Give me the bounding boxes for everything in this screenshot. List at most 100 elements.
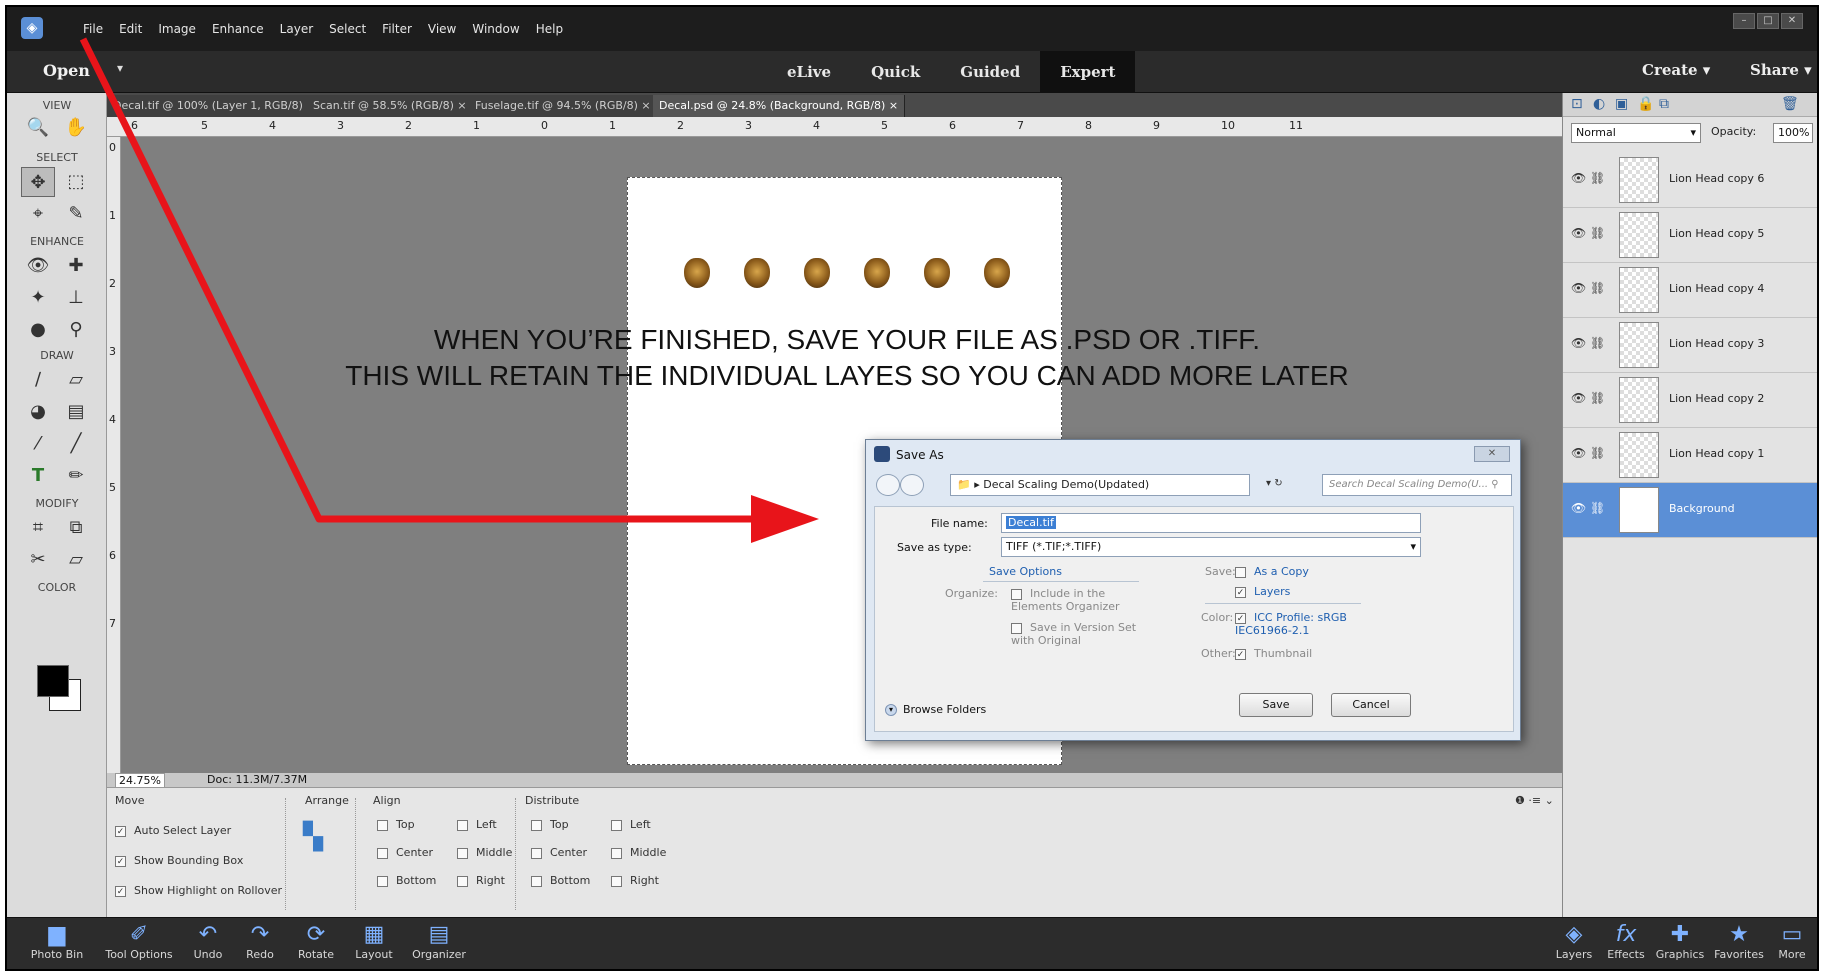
path-field[interactable]: 📁 ▸ Decal Scaling Demo(Updated)	[950, 474, 1250, 496]
layer-row[interactable]: 👁 ⛓ Lion Head copy 1	[1563, 428, 1817, 483]
as-copy-checkbox[interactable]: As a Copy	[1235, 565, 1309, 578]
tab-decal-psd[interactable]: Decal.psd @ 24.8% (Background, RGB/8) ×	[653, 95, 906, 117]
menu-image[interactable]: Image	[150, 22, 204, 36]
align-top-button[interactable]: Top	[377, 818, 415, 831]
graphics-button[interactable]: ✚ Graphics	[1651, 922, 1709, 961]
marquee-tool-icon[interactable]: ⬚	[59, 167, 93, 197]
layer-row[interactable]: 👁 ⛓ Lion Head copy 4	[1563, 263, 1817, 318]
layer-row[interactable]: 👁 ⛓ Lion Head copy 3	[1563, 318, 1817, 373]
adjustment-layer-icon[interactable]: ◐	[1593, 96, 1605, 112]
lion-head-image[interactable]	[924, 258, 950, 288]
auto-select-layer-checkbox[interactable]: ✓ Auto Select Layer	[115, 824, 231, 837]
align-center-button[interactable]: Center	[377, 846, 433, 859]
smart-brush-tool-icon[interactable]: ✦	[21, 283, 55, 313]
mode-quick[interactable]: Quick	[851, 51, 940, 93]
layers-checkbox[interactable]: ✓ Layers	[1235, 585, 1290, 598]
lock-all-icon[interactable]: ⧉	[1659, 96, 1669, 112]
chevron-down-icon[interactable]: ▾	[117, 61, 123, 75]
move-tool-icon[interactable]: ✥	[21, 167, 55, 197]
distribute-center-button[interactable]: Center	[531, 846, 587, 859]
zoom-tool-icon[interactable]: 🔍	[21, 113, 55, 143]
file-name-field[interactable]: Decal.tif	[1001, 513, 1421, 533]
share-button[interactable]: Share ▾	[1750, 61, 1812, 79]
layer-row[interactable]: 👁 ⛓ Lion Head copy 6	[1563, 153, 1817, 208]
foreground-color-swatch[interactable]	[37, 665, 69, 697]
gradient-tool-icon[interactable]: ▤	[59, 397, 93, 427]
lion-head-image[interactable]	[744, 258, 770, 288]
menu-window[interactable]: Window	[464, 22, 527, 36]
layers-button[interactable]: ◈ Layers	[1549, 922, 1599, 961]
clone-stamp-tool-icon[interactable]: ⊥	[59, 283, 93, 313]
mode-elive[interactable]: eLive	[767, 51, 851, 93]
eye-icon[interactable]: 👁 ⛓	[1571, 336, 1605, 350]
new-layer-icon[interactable]: ⊡	[1571, 96, 1583, 112]
open-button[interactable]: Open	[43, 61, 90, 80]
trash-icon[interactable]: 🗑	[1781, 96, 1799, 112]
organizer-button[interactable]: ▤ Organizer	[403, 922, 475, 961]
content-aware-move-tool-icon[interactable]: ✂	[21, 545, 55, 575]
eye-icon[interactable]: 👁 ⛓	[1571, 446, 1605, 460]
layout-button[interactable]: ▦ Layout	[345, 922, 403, 961]
menu-edit[interactable]: Edit	[111, 22, 150, 36]
lion-head-image[interactable]	[984, 258, 1010, 288]
menu-filter[interactable]: Filter	[374, 22, 420, 36]
sponge-tool-icon[interactable]: ⚲	[59, 315, 93, 345]
undo-button[interactable]: ↶ Undo	[183, 922, 233, 961]
tab-fuselage-tif[interactable]: Fuselage.tif @ 94.5% (RGB/8) ×	[469, 95, 658, 117]
dialog-close-icon[interactable]: ✕	[1474, 446, 1510, 462]
lock-icon[interactable]: 🔒	[1637, 96, 1654, 112]
recompose-tool-icon[interactable]: ⧉	[59, 513, 93, 543]
layer-row[interactable]: 👁 ⛓ Lion Head copy 5	[1563, 208, 1817, 263]
create-button[interactable]: Create ▾	[1642, 61, 1710, 79]
app-logo-icon[interactable]: ◈	[21, 17, 43, 39]
distribute-bottom-button[interactable]: Bottom	[531, 874, 590, 887]
distribute-left-button[interactable]: Left	[611, 818, 651, 831]
redo-button[interactable]: ↷ Redo	[235, 922, 285, 961]
cancel-button[interactable]: Cancel	[1331, 693, 1411, 717]
opacity-input[interactable]: 100%	[1773, 123, 1813, 143]
forward-icon[interactable]	[900, 474, 924, 496]
align-right-button[interactable]: Right	[457, 874, 505, 887]
align-middle-button[interactable]: Middle	[457, 846, 512, 859]
layer-mask-icon[interactable]: ▣	[1615, 96, 1628, 112]
layer-row[interactable]: 👁 ⛓ Lion Head copy 2	[1563, 373, 1817, 428]
version-set-checkbox[interactable]: Save in Version Set with Original	[1011, 621, 1141, 647]
tool-options-button[interactable]: ✐ Tool Options	[99, 922, 179, 961]
more-button[interactable]: ▭ More	[1771, 922, 1813, 961]
back-icon[interactable]	[876, 474, 900, 496]
photo-bin-button[interactable]: ▆ Photo Bin	[17, 922, 97, 961]
eraser-tool-icon[interactable]: ▱	[59, 365, 93, 395]
maximize-icon[interactable]: □	[1757, 13, 1779, 29]
show-highlight-checkbox[interactable]: ✓ Show Highlight on Rollover	[115, 884, 282, 897]
distribute-top-button[interactable]: Top	[531, 818, 569, 831]
align-left-button[interactable]: Left	[457, 818, 497, 831]
hand-tool-icon[interactable]: ✋	[59, 113, 93, 143]
lasso-tool-icon[interactable]: ⌖	[21, 199, 55, 229]
eye-icon[interactable]: 👁 ⛓	[1571, 501, 1605, 515]
help-icon[interactable]: ❶ ·≡ ⌄	[1515, 794, 1554, 807]
brush-tool-icon[interactable]: ∕	[21, 365, 55, 395]
pencil-tool-icon[interactable]: ✏	[59, 461, 93, 491]
search-input[interactable]: Search Decal Scaling Demo(U... ⚲	[1322, 474, 1512, 496]
distribute-middle-button[interactable]: Middle	[611, 846, 666, 859]
eye-icon[interactable]: 👁 ⛓	[1571, 171, 1605, 185]
blur-tool-icon[interactable]: ●	[21, 315, 55, 345]
include-organizer-checkbox[interactable]: Include in the Elements Organizer	[1011, 587, 1141, 613]
save-button[interactable]: Save	[1239, 693, 1313, 717]
blend-mode-select[interactable]: Normal ▾	[1571, 123, 1701, 143]
layer-row-selected[interactable]: 👁 ⛓ Background	[1563, 483, 1817, 538]
tab-decal-tif[interactable]: Decal.tif @ 100% (Layer 1, RGB/8) ×	[107, 95, 323, 117]
menu-view[interactable]: View	[420, 22, 464, 36]
red-eye-tool-icon[interactable]: 👁	[21, 251, 55, 281]
favorites-button[interactable]: ★ Favorites	[1709, 922, 1769, 961]
healing-brush-tool-icon[interactable]: ✚	[59, 251, 93, 281]
show-bounding-box-checkbox[interactable]: ✓ Show Bounding Box	[115, 854, 243, 867]
lion-head-image[interactable]	[864, 258, 890, 288]
straighten-tool-icon[interactable]: ⏥	[59, 545, 93, 575]
arrange-icon[interactable]: ▚	[303, 822, 323, 852]
paint-bucket-tool-icon[interactable]: ◕	[21, 397, 55, 427]
tab-scan-tif[interactable]: Scan.tif @ 58.5% (RGB/8) ×	[307, 95, 474, 117]
mode-expert[interactable]: Expert	[1040, 51, 1136, 93]
eye-icon[interactable]: 👁 ⛓	[1571, 391, 1605, 405]
menu-help[interactable]: Help	[528, 22, 571, 36]
